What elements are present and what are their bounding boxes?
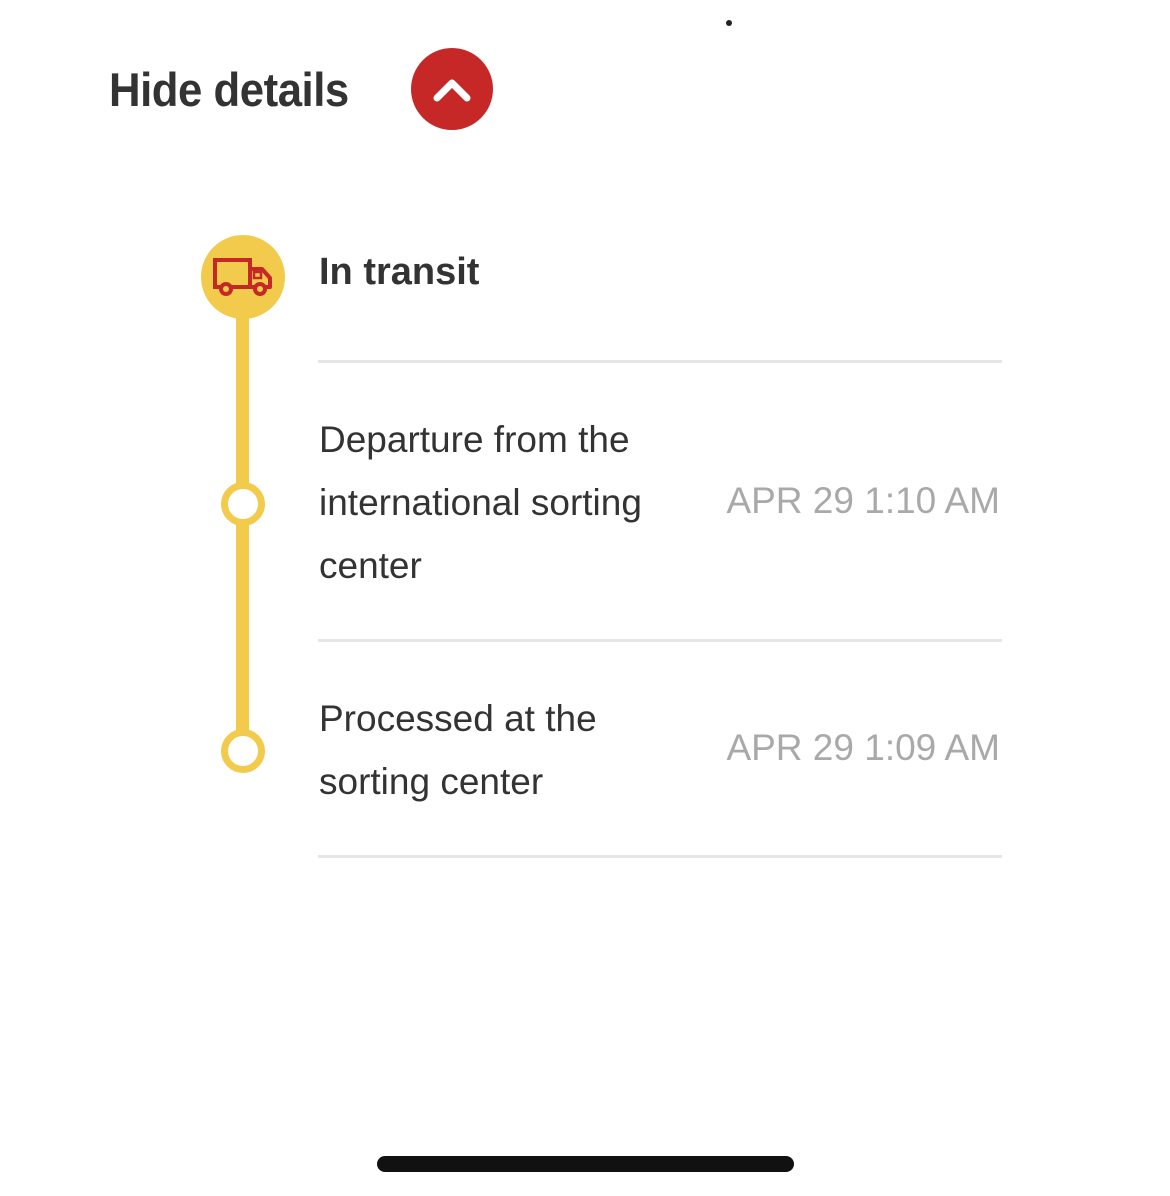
divider: [318, 855, 1002, 858]
truck-icon: [213, 258, 272, 296]
status-indicator: [201, 235, 285, 319]
current-status-label: In transit: [319, 251, 480, 293]
divider: [318, 360, 1002, 363]
event-time: APR 29 1:09 AM: [726, 727, 1000, 768]
event-description: Departure from the international sorting…: [319, 419, 642, 586]
timeline-node: [221, 482, 265, 526]
collapse-details-button[interactable]: [411, 48, 493, 130]
event-description: Processed at the sorting center: [319, 698, 597, 802]
camera-dot: [726, 20, 732, 26]
event-time: APR 29 1:10 AM: [726, 480, 1000, 521]
details-header: Hide details: [109, 48, 493, 130]
hide-details-title[interactable]: Hide details: [109, 62, 349, 117]
home-indicator[interactable]: [377, 1156, 794, 1172]
timeline-node: [221, 729, 265, 773]
chevron-up-icon: [433, 79, 471, 102]
divider: [318, 639, 1002, 642]
